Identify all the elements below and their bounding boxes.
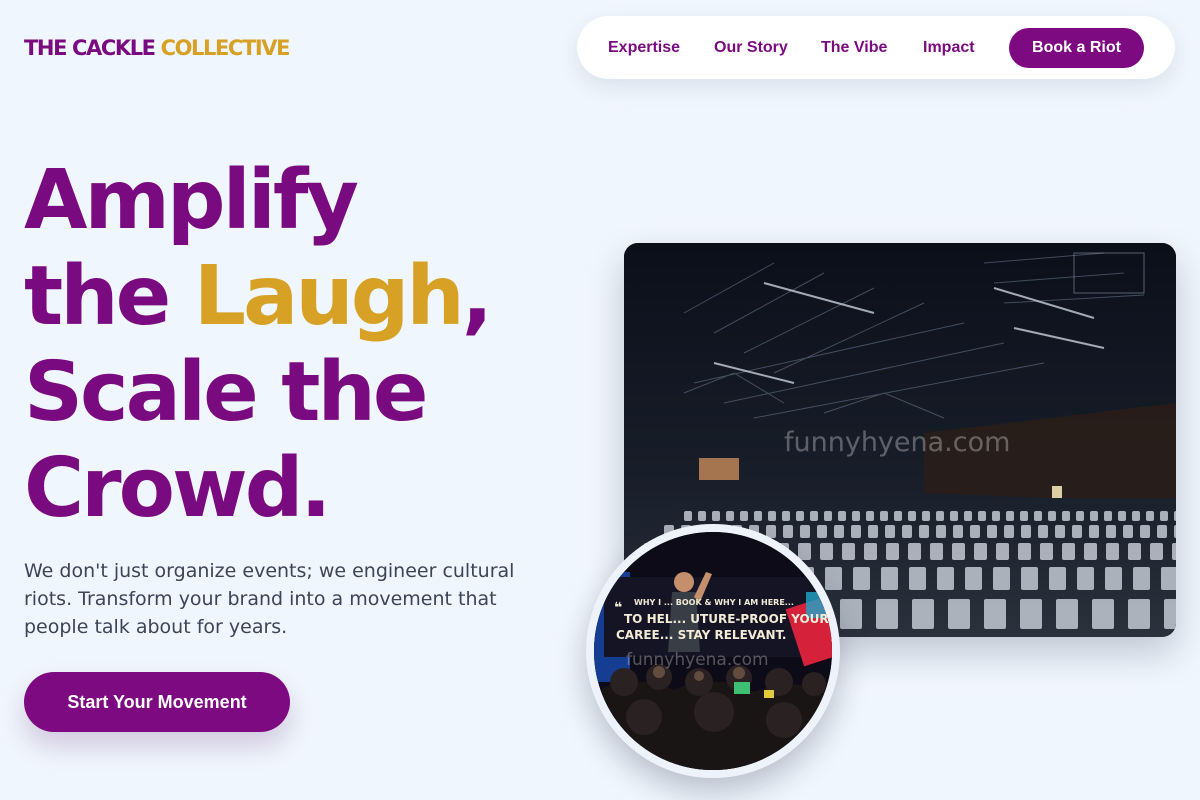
nav-link-impact[interactable]: Impact: [923, 39, 975, 57]
book-a-riot-button[interactable]: Book a Riot: [1009, 28, 1144, 68]
brand-name-part2: COLLECTIVE: [160, 36, 291, 60]
main-nav: Expertise Our Story The Vibe Impact Book…: [577, 16, 1175, 79]
venue-watermark: funnyhyena.com: [784, 427, 1011, 458]
nav-link-expertise[interactable]: Expertise: [608, 39, 680, 57]
headline-line-4: Crowd.: [24, 441, 332, 536]
headline-line-2-end: ,: [461, 249, 493, 344]
headline-line-3: Scale the: [24, 345, 428, 440]
hero-subtext: We don't just organize events; we engine…: [24, 560, 515, 638]
speaker-watermark: funnyhyena.com: [626, 650, 769, 670]
quote-mark-icon: ❝: [614, 600, 623, 616]
screen-text-line-1: WHY I ... BOOK & WHY I AM HERE...: [634, 598, 794, 607]
headline-line-2-start: the: [24, 249, 194, 344]
screen-text-line-2: TO HEL... UTURE-PROOF YOUR: [624, 612, 829, 626]
start-your-movement-button[interactable]: Start Your Movement: [24, 672, 290, 732]
nav-link-our-story[interactable]: Our Story: [714, 39, 788, 57]
headline-line-1: Amplify: [24, 153, 359, 248]
speaker-photo: ❝ WHY I ... BOOK & WHY I AM HERE... TO H…: [586, 524, 840, 778]
screen-text-line-3: CAREE... STAY RELEVANT.: [616, 628, 787, 642]
headline-line-2: the Laugh,: [24, 249, 493, 345]
brand-name-part1: THE CACKLE: [24, 36, 156, 60]
brand-logo[interactable]: THE CACKLE COLLECTIVE: [24, 36, 291, 60]
hero-headline: Amplify the Laugh, Scale the Crowd.: [24, 153, 493, 537]
headline-accent-word: Laugh: [193, 249, 465, 344]
nav-link-the-vibe[interactable]: The Vibe: [821, 39, 887, 57]
